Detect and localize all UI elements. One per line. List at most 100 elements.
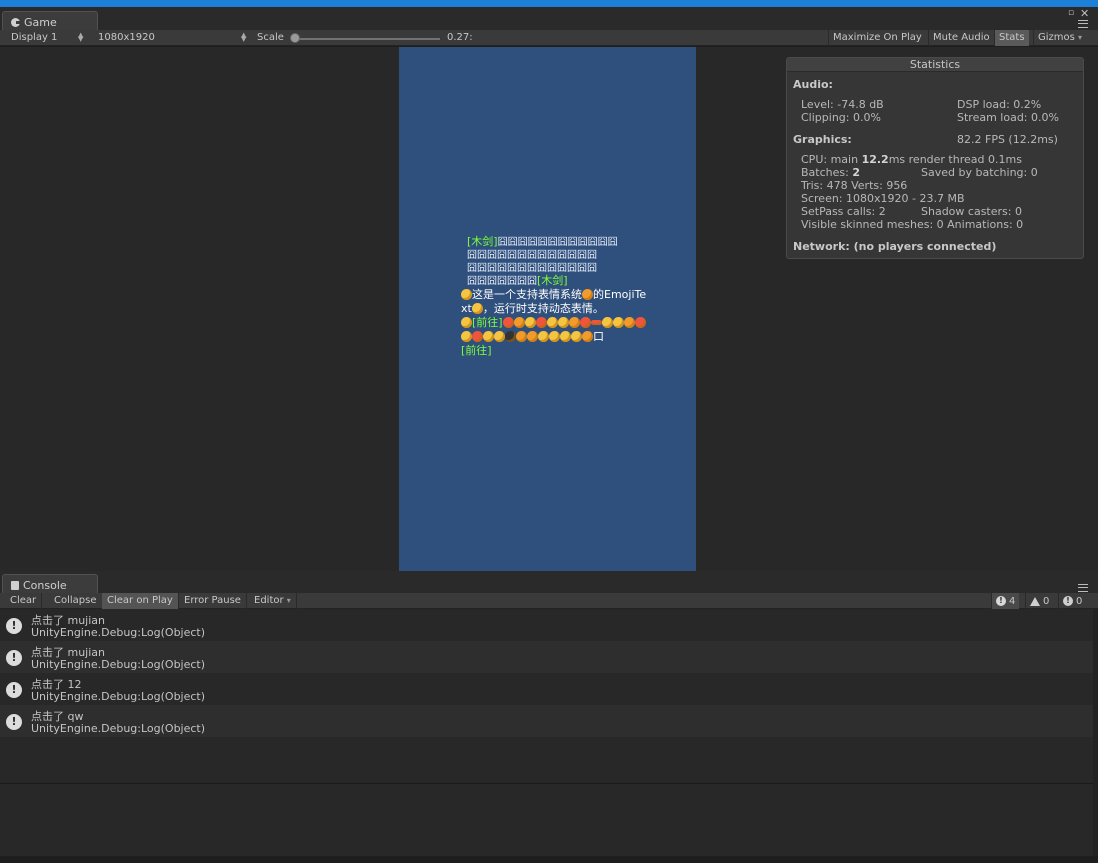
error-pause-toggle[interactable]: Error Pause [179,593,247,609]
window-top-accent-bar [0,0,1098,7]
statistics-title: Statistics [787,58,1083,72]
error-count: 0 [1076,595,1083,607]
emoji-icon [582,289,593,300]
stats-shadow-casters: Shadow casters: 0 [921,205,1022,218]
scene-link-go[interactable]: [前往] [472,316,503,329]
scene-line-4: 囧囧囧囧囧囧囧[木剑] [467,274,568,289]
log-entry[interactable]: ! 点击了 12 UnityEngine.Debug:Log(Object) [0,673,1093,705]
emoji-icon [527,331,538,342]
emoji-icon [601,317,613,328]
log-entry[interactable]: ! 点击了 mujian UnityEngine.Debug:Log(Objec… [0,609,1093,641]
emoji-icon [494,331,505,342]
log-source: UnityEngine.Debug:Log(Object) [31,690,206,703]
emoji-icon [557,317,569,328]
stats-network: Network: (no players connected) [793,240,997,253]
emoji-icon [546,317,558,328]
emoji-icon [471,303,483,314]
warning-count-toggle[interactable]: 0 [1025,593,1053,609]
box-glyphs: 囧囧囧囧囧囧囧 [467,276,537,287]
stats-cpu-prefix: CPU: main [801,153,862,166]
console-tab-strip: Console [0,571,1098,593]
maximize-icon[interactable]: ▫ [1068,8,1074,18]
gizmos-button[interactable]: Gizmos ▾ [1033,30,1086,46]
editor-dropdown-label: Editor [254,595,284,606]
resolution-select-value: 1080x1920 [98,32,155,43]
scene-link-mujian[interactable]: [木剑] [467,235,498,248]
resolution-select[interactable]: 1080x1920 ▲ ▼ [94,30,250,46]
scale-slider-track[interactable] [294,38,440,40]
scene-line-5: 这是一个支持表情系统 的EmojiTe [461,288,646,302]
panel-menu-icon[interactable] [1078,584,1088,592]
emoji-icon [571,331,582,342]
display-select[interactable]: Display 1 ▲ ▼ [7,30,89,46]
tab-console-label: Console [23,578,67,592]
editor-dropdown[interactable]: Editor ▾ [249,593,297,609]
stats-fps: 82.2 FPS (12.2ms) [957,133,1058,146]
game-toolbar: Display 1 ▲ ▼ 1080x1920 ▲ ▼ Scale 0.27: Ma… [0,30,1098,46]
scene-text: xt [461,302,472,315]
gizmos-label: Gizmos [1038,32,1075,43]
log-entry[interactable]: ! 点击了 mujian UnityEngine.Debug:Log(Objec… [0,641,1093,673]
stats-tris-verts: Tris: 478 Verts: 956 [801,179,908,192]
log-source: UnityEngine.Debug:Log(Object) [31,722,206,735]
emoji-icon [483,331,494,342]
maximize-on-play-button[interactable]: Maximize On Play [828,30,926,46]
tab-game-label: Game [24,15,57,29]
emoji-icon [513,317,525,328]
emoji-icon [623,317,635,328]
emoji-icon [568,317,580,328]
warning-count: 0 [1043,595,1050,607]
console-icon [11,580,19,590]
scene-link-mujian[interactable]: [木剑] [537,274,568,287]
log-entry[interactable]: ! 点击了 qw UnityEngine.Debug:Log(Object) [0,705,1093,737]
scene-link-go[interactable]: [前往] [461,344,492,357]
console-log-list: ! 点击了 mujian UnityEngine.Debug:Log(Objec… [0,609,1093,783]
emoji-icon [516,331,527,342]
info-icon: ! [996,596,1006,606]
stats-stream-load: Stream load: 0.0% [957,111,1059,124]
panel-menu-icon[interactable] [1078,20,1088,28]
error-count-toggle[interactable]: ! 0 [1058,593,1086,609]
dropdown-arrow-icon: ▾ [286,596,291,605]
emoji-icon [634,317,646,328]
stats-button[interactable]: Stats [994,30,1029,46]
log-source: UnityEngine.Debug:Log(Object) [31,658,206,671]
tab-console[interactable]: Console [2,574,98,593]
stats-graphics-header: Graphics: [793,133,852,146]
scene-line-6: xt ，运行时支持动态表情。 [461,302,604,316]
emoji-icon [612,317,624,328]
stats-cpu-suffix: ms render thread 0.1ms [888,153,1022,166]
emoji-icon [502,317,514,328]
clear-button[interactable]: Clear [5,593,43,609]
emoji-icon [535,317,547,328]
window-bottom-edge [0,856,1098,863]
info-icon: ! [6,714,22,730]
stats-skinned-meshes: Visible skinned meshes: 0 Animations: 0 [801,218,1024,231]
updown-arrows-icon: ▲ ▼ [78,31,84,43]
emoji-icon [461,317,472,328]
console-scrollbar[interactable] [1093,609,1098,856]
info-icon: ! [6,618,22,634]
scale-label: Scale [257,32,284,43]
clear-on-play-toggle[interactable]: Clear on Play [102,593,179,609]
game-controller-icon [11,17,21,27]
emoji-icon [549,331,560,342]
close-icon[interactable]: ✕ [1080,7,1089,20]
game-screen[interactable]: [木剑]囧囧囧囧囧囧囧囧囧囧囧囧 囧囧囧囧囧囧囧囧囧囧囧囧囧 囧囧囧囧囧囧囧囧囧… [399,47,696,571]
scene-text: 口 [593,330,604,343]
error-icon: ! [1063,596,1073,606]
dropdown-arrow-icon: ▾ [1078,33,1083,42]
collapse-button[interactable]: Collapse [49,593,103,609]
console-toolbar: Clear Collapse Clear on Play Error Pause… [0,593,1098,609]
log-count-toggle[interactable]: ! 4 [991,593,1020,609]
game-viewport: [木剑]囧囧囧囧囧囧囧囧囧囧囧囧 囧囧囧囧囧囧囧囧囧囧囧囧囧 囧囧囧囧囧囧囧囧囧… [0,47,1098,571]
stats-audio-header: Audio: [793,78,833,91]
info-icon: ! [6,650,22,666]
tab-game[interactable]: Game [2,11,98,30]
stats-dsp-load: DSP load: 0.2% [957,98,1042,111]
scene-line-7: [前往] [461,316,646,330]
mute-audio-button[interactable]: Mute Audio [928,30,994,46]
scale-slider-handle[interactable] [290,33,300,43]
console-detail-pane [0,783,1093,856]
log-source: UnityEngine.Debug:Log(Object) [31,626,206,639]
